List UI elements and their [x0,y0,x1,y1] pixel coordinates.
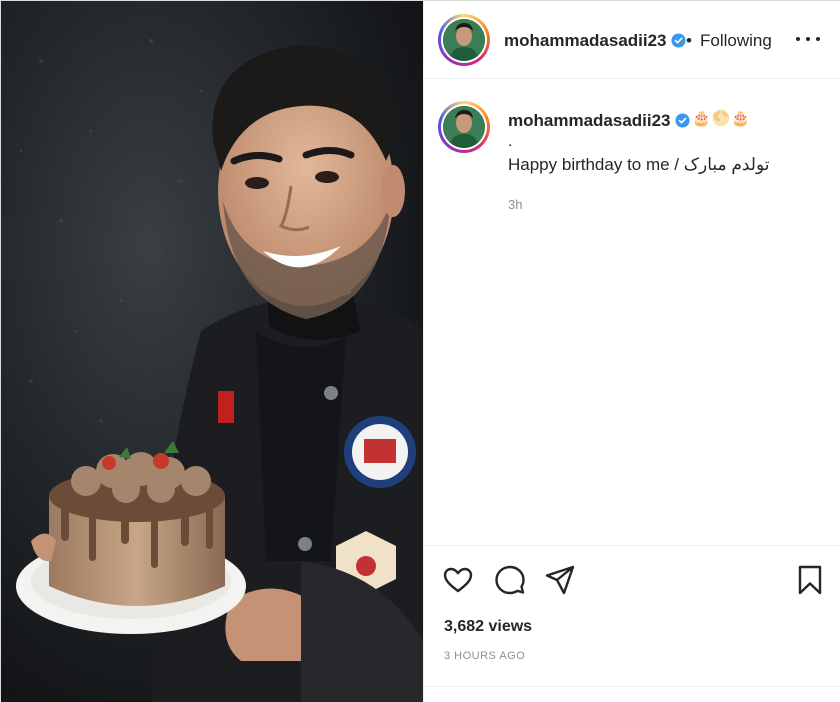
photo-illustration [1,1,423,702]
verified-badge-icon [675,113,690,128]
caption-emoji: 🎂🌕🎂 [692,110,752,127]
caption-username[interactable]: mohammadasadii23 [508,111,690,131]
post-side-panel: mohammadasadii23 • Following mohammadasa… [423,1,840,702]
bookmark-icon[interactable] [794,564,826,596]
caption-username-text[interactable]: mohammadasadii23 [508,111,671,130]
caption-text: Happy birthday to me / تولدم مبارک [508,155,770,174]
post-actions: 3,682 views 3 HOURS AGO [424,545,840,702]
comment-icon[interactable] [494,564,526,596]
avatar-photo [443,106,485,148]
avatar-photo [443,19,485,61]
author-avatar[interactable] [438,14,490,66]
author-username[interactable]: mohammadasadii23 [504,31,686,51]
post-photo[interactable] [1,1,423,702]
share-icon[interactable] [544,564,576,596]
divider [424,686,840,687]
username-text[interactable]: mohammadasadii23 [504,31,667,50]
instagram-post: mohammadasadii23 • Following mohammadasa… [0,0,840,702]
views-count[interactable]: 3,682 views [444,618,532,636]
heart-icon[interactable] [442,564,474,596]
verified-badge-icon [671,33,686,48]
caption-line-dot: . [508,133,513,150]
posted-time: 3 HOURS AGO [444,650,526,662]
post-caption: mohammadasadii23 🎂🌕🎂 . Happy birthday to… [424,79,840,549]
post-header: mohammadasadii23 • Following [424,1,840,79]
more-options-icon[interactable] [794,23,824,53]
caption-timestamp[interactable]: 3h [508,197,522,212]
following-button[interactable]: Following [700,31,772,51]
caption-author-avatar[interactable] [438,101,490,153]
header-separator: • [686,31,692,50]
